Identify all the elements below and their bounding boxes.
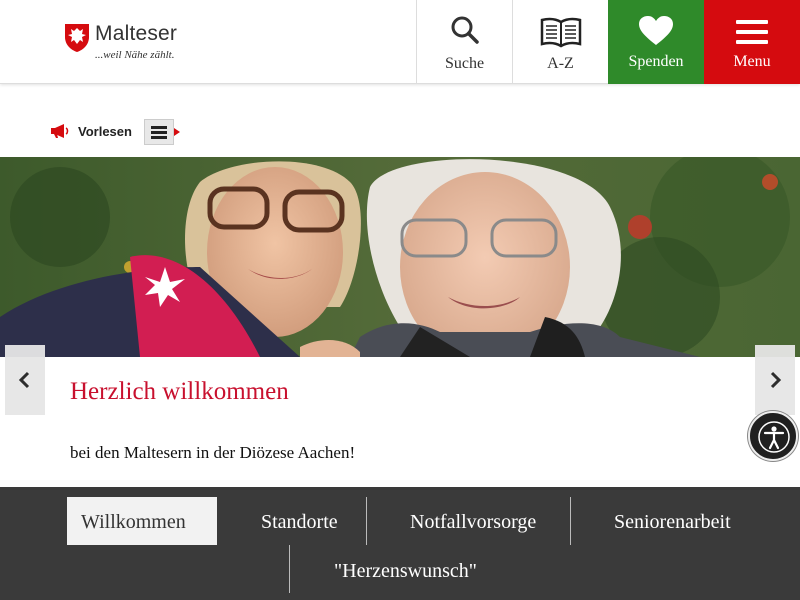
menu-button[interactable]: Menu (704, 0, 800, 84)
welcome-subtitle: bei den Maltesern in der Diözese Aachen! (70, 443, 356, 462)
search-label: Suche (444, 55, 485, 72)
a-z-label: A-Z (547, 55, 574, 72)
brand-name: Malteser (95, 22, 178, 45)
a-z-button[interactable]: A-Z (512, 0, 608, 84)
search-icon (451, 16, 479, 44)
tab-standorte[interactable]: Standorte (247, 497, 365, 545)
book-icon (540, 17, 581, 48)
tab-divider (289, 545, 290, 593)
tab-divider (570, 497, 571, 545)
tab-label: Notfallvorsorge (410, 511, 537, 533)
tab-notfallvorsorge[interactable]: Notfallvorsorge (396, 497, 568, 545)
welcome-heading: Herzlich willkommen (70, 378, 289, 405)
tab-herzenswunsch[interactable]: "Herzenswunsch" (320, 545, 510, 593)
slider-next-button[interactable] (755, 345, 795, 415)
donate-label: Spenden (628, 53, 684, 70)
hero-image (0, 157, 800, 357)
tab-label: "Herzenswunsch" (334, 560, 477, 582)
search-button[interactable]: Suche (416, 0, 512, 84)
hamburger-icon (736, 20, 768, 44)
slider-prev-button[interactable] (5, 345, 45, 415)
tab-seniorenarbeit[interactable]: Seniorenarbeit (600, 497, 760, 545)
accessibility-icon (758, 421, 790, 453)
read-aloud-button[interactable]: Vorlesen (78, 124, 132, 139)
chevron-right-icon (770, 371, 782, 389)
chevron-left-icon (18, 371, 30, 389)
tab-label: Standorte (261, 511, 338, 533)
tab-label: Willkommen (81, 511, 186, 533)
hero-photo (0, 157, 800, 357)
donate-button[interactable]: Spenden (608, 0, 704, 84)
malteser-logo[interactable]: Malteser ...weil Nähe zählt. (64, 22, 204, 66)
section-tabs: Willkommen Standorte Notfallvorsorge Sen… (0, 487, 800, 600)
menu-label: Menu (733, 53, 771, 70)
site-header: Malteser ...weil Nähe zählt. Suche A-Z S… (0, 0, 800, 84)
heart-icon (639, 16, 673, 45)
brand-tagline: ...weil Nähe zählt. (95, 49, 175, 61)
megaphone-icon[interactable] (50, 123, 70, 139)
tab-willkommen[interactable]: Willkommen (67, 497, 217, 545)
read-aloud-settings-button[interactable] (144, 119, 180, 145)
malteser-cross-icon (65, 24, 89, 52)
tab-label: Seniorenarbeit (614, 511, 731, 533)
tab-divider (366, 497, 367, 545)
accessibility-button[interactable] (748, 411, 798, 461)
list-icon (151, 126, 180, 139)
